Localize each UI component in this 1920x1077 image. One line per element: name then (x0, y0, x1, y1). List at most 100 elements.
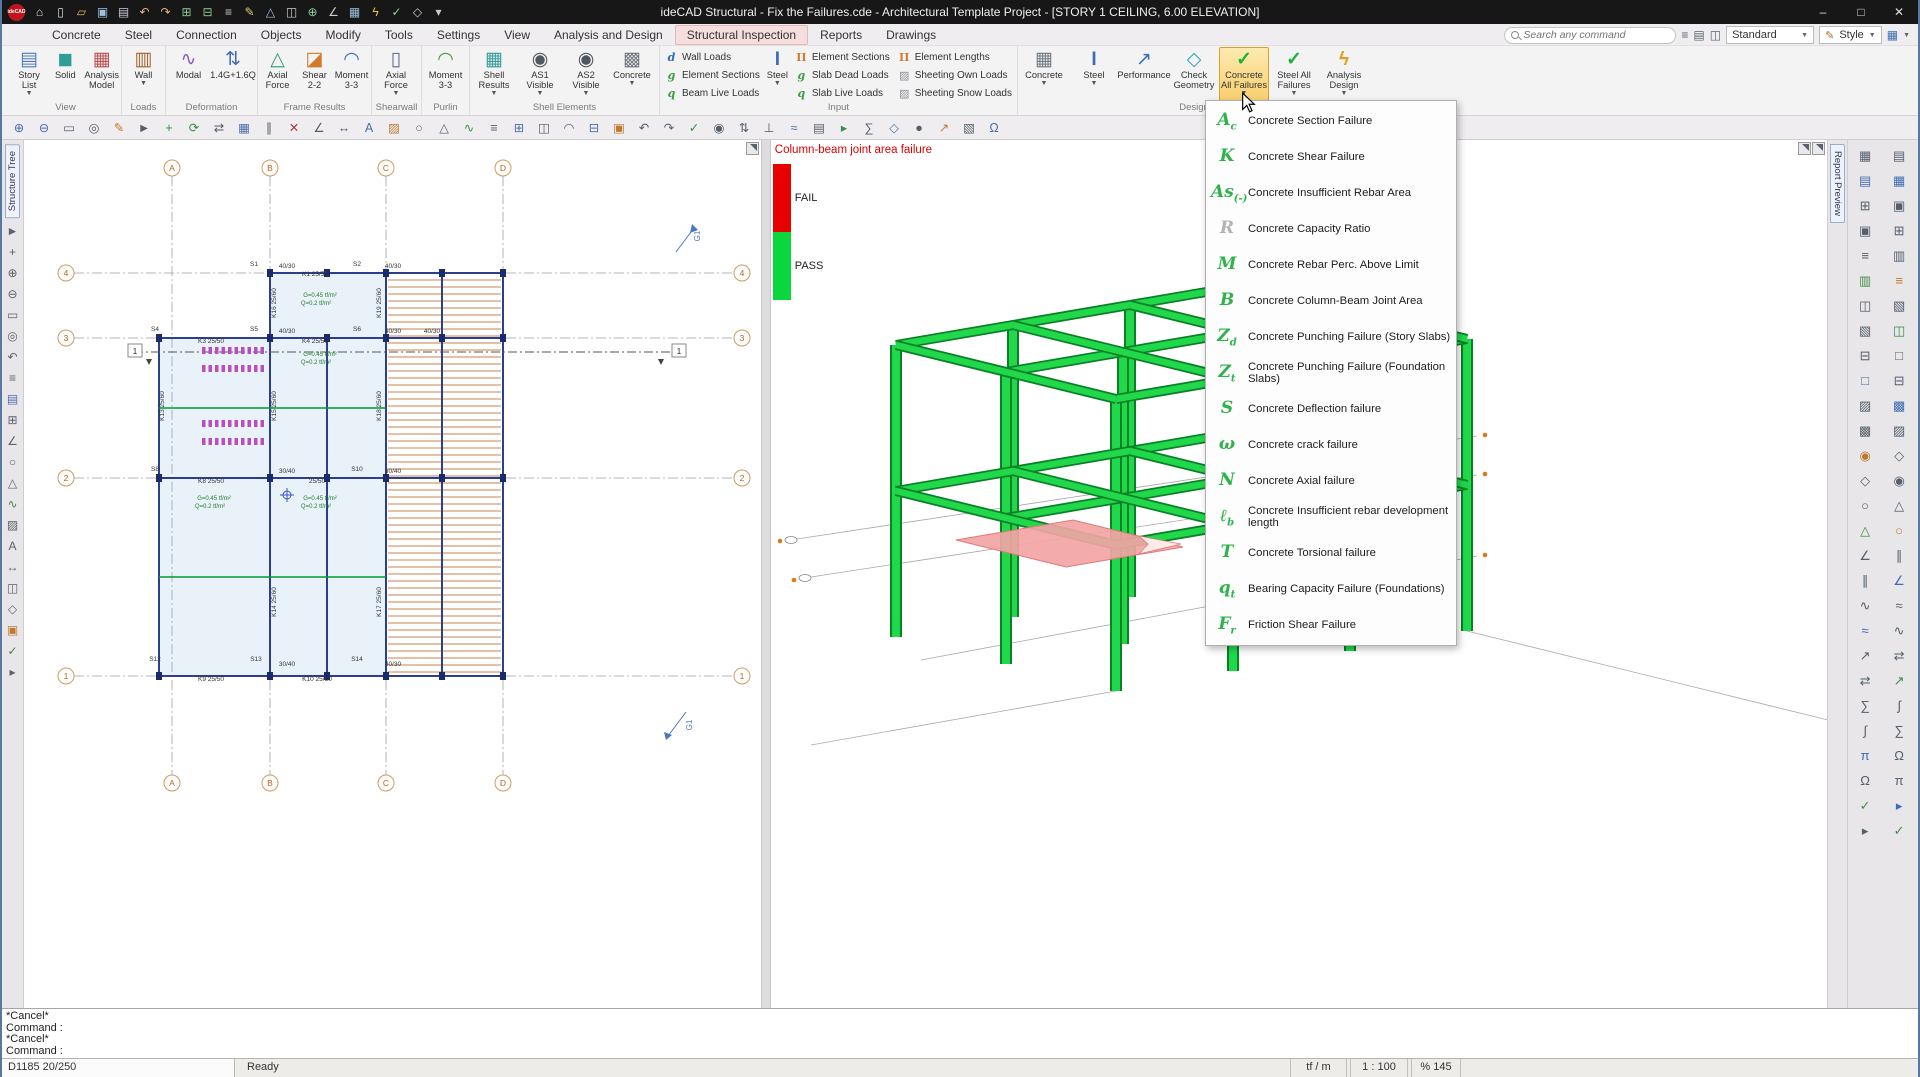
select-icon[interactable]: ► (3, 222, 21, 240)
section2-icon[interactable]: ◫ (1893, 323, 1905, 339)
tab-objects[interactable]: Objects (249, 25, 314, 45)
polygon-icon[interactable]: △ (3, 474, 21, 492)
tab-modify[interactable]: Modify (313, 25, 372, 45)
standard-combo[interactable]: Standard ▼ (1726, 26, 1814, 44)
mirror-icon[interactable]: ⇄ (208, 118, 230, 138)
list2-icon[interactable]: ≡ (1895, 273, 1903, 288)
dense2-icon[interactable]: ▩ (1893, 398, 1905, 414)
integral2-icon[interactable]: ∫ (1897, 698, 1901, 713)
close-button[interactable]: ✕ (1880, 0, 1918, 24)
frame2-icon[interactable]: □ (1895, 348, 1903, 363)
circle2-icon[interactable]: ○ (1895, 523, 1903, 538)
approx2-icon[interactable]: ≈ (1896, 598, 1903, 613)
print-icon[interactable]: ▤ (114, 3, 133, 21)
grid-icon[interactable]: ⊞ (3, 411, 21, 429)
point-icon[interactable]: ◉ (1859, 448, 1870, 464)
story-list-button[interactable]: ▤ Story List ▼ (11, 47, 47, 102)
swap2-icon[interactable]: ⇄ (1894, 648, 1905, 664)
approx-icon[interactable]: ≈ (1862, 623, 1869, 638)
sheeting-own-loads-toggle[interactable]: ▨ Sheeting Own Loads (898, 67, 1012, 85)
failure-menu-item[interactable]: T Concrete Torsional failure (1206, 535, 1456, 571)
text-icon[interactable]: A (358, 118, 380, 138)
viewport-maximize-icon[interactable] (1812, 142, 1825, 155)
redo-icon[interactable]: ↷ (658, 118, 680, 138)
failure-menu-item[interactable]: S Concrete Deflection failure (1206, 391, 1456, 427)
layers-icon[interactable]: ≡ (483, 118, 505, 138)
hatch-icon[interactable]: ▨ (383, 118, 405, 138)
purlin-moment-button[interactable]: ◠ Moment 3-3 (423, 47, 468, 102)
moment-3-3-button[interactable]: ◠ Moment 3-3 (333, 47, 370, 102)
solid-button[interactable]: ◼ Solid (47, 47, 83, 102)
node2-icon[interactable]: ◇ (1894, 448, 1904, 464)
failure-menu-item[interactable]: Zd Concrete Punching Failure (Story Slab… (1206, 319, 1456, 355)
measure-length-icon[interactable]: ↔ (333, 118, 355, 138)
orbit-icon[interactable]: ◎ (3, 327, 21, 345)
zoom-extents-icon[interactable]: ◎ (83, 118, 105, 138)
table-icon[interactable]: ⊟ (198, 3, 217, 21)
edit-icon[interactable]: ✎ (240, 3, 259, 21)
failure-menu-item[interactable]: qt Bearing Capacity Failure (Foundations… (1206, 571, 1456, 607)
shear-2-2-button[interactable]: ◪ Shear 2-2 (296, 47, 333, 102)
zoom-in-icon[interactable]: ⊕ (3, 264, 21, 282)
rotate-icon[interactable]: ⟳ (183, 118, 205, 138)
block-icon[interactable]: ▣ (608, 118, 630, 138)
pi2-icon[interactable]: π (1895, 773, 1904, 788)
fill-icon[interactable]: ▧ (1859, 323, 1871, 339)
circle-icon[interactable]: ○ (408, 118, 430, 138)
sum-icon[interactable]: ∑ (1860, 698, 1869, 713)
wave2-icon[interactable]: ∿ (1894, 623, 1905, 639)
zoom-out-icon[interactable]: ⊖ (33, 118, 55, 138)
failure-menu-item[interactable]: M Concrete Rebar Perc. Above Limit (1206, 247, 1456, 283)
beam-live-loads-toggle[interactable]: q Beam Live Loads (665, 84, 760, 102)
tab-tools[interactable]: Tools (373, 25, 425, 45)
circle-icon[interactable]: ○ (1861, 498, 1869, 513)
node-icon[interactable]: ◇ (883, 118, 905, 138)
sheet2-icon[interactable]: ⊞ (1894, 223, 1905, 239)
array-icon[interactable]: ▦ (233, 118, 255, 138)
viewport-restore-icon[interactable] (1798, 142, 1811, 155)
maximize-button[interactable]: □ (1842, 0, 1880, 24)
as2-visible-button[interactable]: ◉ AS2 Visible ▼ (563, 47, 609, 102)
hatch-icon[interactable]: ▨ (1859, 398, 1871, 414)
viewport-maximize-icon[interactable] (746, 142, 759, 155)
tab-connection[interactable]: Connection (164, 25, 249, 45)
offset-icon[interactable]: ∥ (258, 118, 280, 138)
perpendicular-icon[interactable]: ⊥ (758, 118, 780, 138)
tab-drawings[interactable]: Drawings (874, 25, 948, 45)
node-icon[interactable]: ◇ (408, 3, 427, 21)
slab-dead-loads-toggle[interactable]: g Slab Dead Loads (795, 67, 890, 85)
failure-menu-item[interactable]: Fr Friction Shear Failure (1206, 607, 1456, 643)
node-icon[interactable]: ◇ (1860, 473, 1870, 489)
section-icon[interactable]: ◫ (3, 579, 21, 597)
shearwall-axial-force-button[interactable]: ▯ Axial Force ▼ (373, 47, 419, 102)
tab-analysis-and-design[interactable]: Analysis and Design (542, 25, 675, 45)
shell-concrete-button[interactable]: ▩ Concrete ▼ (609, 47, 655, 102)
tab-settings[interactable]: Settings (425, 25, 492, 45)
draw-icon[interactable]: △ (261, 3, 280, 21)
hatch2-icon[interactable]: ▨ (1893, 423, 1905, 439)
fill-icon[interactable]: ▧ (958, 118, 980, 138)
undo-icon[interactable]: ↶ (633, 118, 655, 138)
load-combination-button[interactable]: ⇅ 1.4G+1.6Q (210, 47, 256, 102)
sheeting-snow-loads-toggle[interactable]: ▨ Sheeting Snow Loads (898, 84, 1012, 102)
leader2-icon[interactable]: ↗ (1894, 673, 1905, 689)
block2-icon[interactable]: ▣ (1893, 198, 1905, 214)
node-icon[interactable]: ◇ (3, 600, 21, 618)
failure-menu-item[interactable]: ℓb Concrete Insufficient rebar developme… (1206, 499, 1456, 535)
play-icon[interactable]: ▸ (833, 118, 855, 138)
report-table-icon[interactable]: ▤ (1859, 173, 1871, 189)
table2-icon[interactable]: ⊟ (1860, 348, 1871, 364)
zoom-indicator[interactable]: % 145 (1411, 1059, 1461, 1077)
block-icon[interactable]: ▣ (3, 621, 21, 639)
align-icon[interactable]: ⇅ (733, 118, 755, 138)
check2-icon[interactable]: ✓ (1894, 823, 1905, 839)
more-icon[interactable]: ▾ (429, 3, 448, 21)
run-icon[interactable]: ▸ (3, 663, 21, 681)
move-icon[interactable]: + (158, 118, 180, 138)
failure-menu-item[interactable]: K Concrete Shear Failure (1206, 139, 1456, 175)
tab-steel[interactable]: Steel (113, 25, 164, 45)
zoom-out-icon[interactable]: ⊖ (3, 285, 21, 303)
more-chevron-icon[interactable]: ▼ (1903, 32, 1910, 39)
point2-icon[interactable]: ◉ (1893, 473, 1904, 489)
wall-loads-toggle[interactable]: d Wall Loads (665, 49, 760, 67)
